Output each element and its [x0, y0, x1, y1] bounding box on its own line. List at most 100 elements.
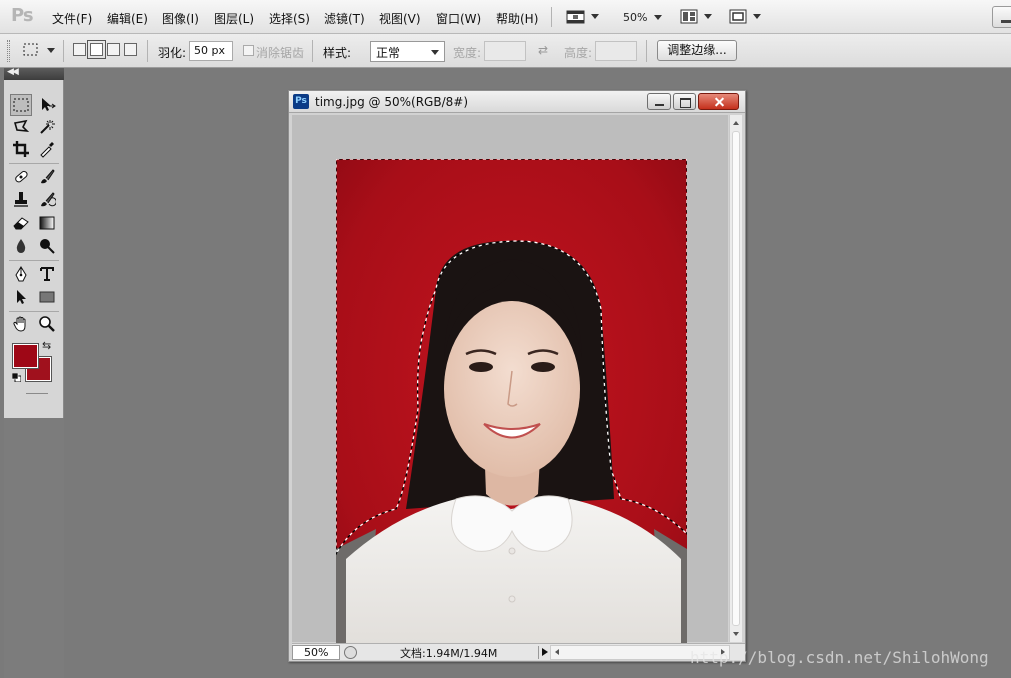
- brush-tool[interactable]: [36, 166, 58, 188]
- height-input[interactable]: [595, 41, 637, 61]
- arrow-cursor-icon: [17, 290, 26, 304]
- document-canvas-area[interactable]: [292, 115, 728, 644]
- status-info-icon[interactable]: [344, 646, 357, 659]
- options-grip: [7, 40, 10, 62]
- launch-bridge-button[interactable]: [566, 9, 604, 25]
- bandage-icon: [15, 170, 28, 183]
- options-separator: [63, 40, 64, 62]
- menu-layer[interactable]: 图层(L): [214, 10, 254, 27]
- screen-mode-icon: [729, 9, 747, 24]
- chevron-down-icon: [47, 48, 55, 53]
- type-tool[interactable]: [36, 263, 58, 285]
- options-separator: [147, 40, 148, 62]
- dodge-icon: [40, 239, 55, 254]
- menu-select[interactable]: 选择(S): [269, 10, 310, 27]
- pen-tool[interactable]: [10, 263, 32, 285]
- chevron-down-icon: [704, 14, 712, 19]
- vertical-scrollbar[interactable]: [729, 115, 742, 642]
- rectangle-shape-tool[interactable]: [36, 286, 58, 308]
- move-arrow-icon: [42, 98, 56, 111]
- hand-tool[interactable]: [10, 313, 32, 335]
- tools-panel-header[interactable]: ◀◀: [4, 67, 64, 80]
- add-to-selection-mode-button[interactable]: [87, 40, 106, 59]
- eyedropper-tool[interactable]: [36, 138, 58, 160]
- document-status-bar: 50% 文档:1.94M/1.94M: [292, 643, 745, 660]
- magic-wand-tool[interactable]: [36, 116, 58, 138]
- anti-alias-label: 消除锯齿: [256, 46, 305, 60]
- gradient-tool[interactable]: [36, 212, 58, 234]
- width-label: 宽度:: [453, 46, 482, 60]
- default-colors-icon[interactable]: [12, 373, 21, 382]
- brush-icon: [41, 169, 55, 184]
- tools-panel-empty-area: [4, 418, 64, 678]
- lasso-tool[interactable]: [10, 116, 32, 138]
- screen-mode-button[interactable]: [729, 9, 763, 25]
- scroll-up-icon[interactable]: [733, 121, 739, 125]
- menu-filter[interactable]: 滤镜(T): [324, 10, 365, 27]
- vertical-scroll-thumb[interactable]: [732, 131, 740, 626]
- history-brush-icon: [41, 192, 56, 207]
- intersect-selection-mode-button[interactable]: [124, 43, 137, 56]
- tools-panel: ◀◀ ⇆: [4, 67, 64, 678]
- portrait-photo[interactable]: [336, 159, 687, 644]
- chevron-down-icon: [591, 14, 599, 19]
- swap-colors-icon[interactable]: ⇆: [42, 339, 51, 352]
- hand-icon: [13, 316, 26, 332]
- document-maximize-button[interactable]: [673, 93, 696, 110]
- menu-edit[interactable]: 编辑(E): [107, 10, 148, 27]
- scroll-down-icon[interactable]: [733, 632, 739, 636]
- document-titlebar[interactable]: Ps timg.jpg @ 50%(RGB/8#): [289, 91, 745, 113]
- options-bar: 羽化: 50 px 消除锯齿 样式: 正常 宽度: ⇄ 高度: 调整边缘...: [0, 34, 1011, 68]
- spot-healing-brush-tool[interactable]: [10, 166, 32, 188]
- crop-tool[interactable]: [10, 138, 32, 160]
- menu-help[interactable]: 帮助(H): [496, 10, 538, 27]
- chevron-down-icon: [654, 15, 662, 20]
- document-minimize-button[interactable]: [647, 93, 671, 110]
- menu-image[interactable]: 图像(I): [162, 10, 199, 27]
- film-strip-icon: [566, 10, 585, 24]
- clone-stamp-tool[interactable]: [10, 189, 32, 211]
- move-tool[interactable]: [36, 94, 58, 116]
- swap-width-height-icon[interactable]: ⇄: [538, 43, 548, 57]
- document-close-button[interactable]: [698, 93, 739, 110]
- tool-preset-picker[interactable]: [22, 42, 58, 60]
- rectangular-marquee-tool[interactable]: [10, 94, 32, 116]
- feather-label: 羽化:: [158, 46, 187, 60]
- style-select[interactable]: 正常: [370, 41, 445, 62]
- eraser-tool[interactable]: [10, 212, 32, 234]
- feather-input[interactable]: 50 px: [189, 41, 233, 61]
- photoshop-document-icon: Ps: [293, 94, 309, 109]
- path-selection-tool[interactable]: [10, 286, 32, 308]
- menu-view[interactable]: 视图(V): [379, 10, 421, 27]
- quick-mask-indicator[interactable]: [26, 393, 48, 394]
- width-input[interactable]: [484, 41, 526, 61]
- zoom-tool[interactable]: [36, 313, 58, 335]
- subtract-selection-mode-button[interactable]: [107, 43, 120, 56]
- dodge-tool[interactable]: [36, 235, 58, 257]
- refine-edge-button[interactable]: 调整边缘...: [657, 40, 737, 61]
- blur-tool[interactable]: [10, 235, 32, 257]
- crop-icon: [13, 141, 29, 157]
- collapse-arrows-icon[interactable]: ◀◀: [7, 67, 19, 77]
- rectangle-icon: [39, 291, 55, 303]
- arrange-layout-icon: [680, 9, 698, 24]
- gradient-icon: [39, 216, 55, 230]
- style-label: 样式:: [323, 46, 352, 60]
- menu-file[interactable]: 文件(F): [52, 10, 92, 27]
- magnifier-icon: [39, 316, 55, 332]
- history-brush-tool[interactable]: [36, 189, 58, 211]
- options-separator: [312, 40, 313, 62]
- tools-separator: [9, 163, 59, 164]
- foreground-color-swatch[interactable]: [12, 343, 39, 369]
- stamp-icon: [14, 192, 28, 207]
- status-menu-arrow-icon[interactable]: [538, 646, 549, 659]
- anti-alias-checkbox[interactable]: [243, 45, 254, 56]
- new-selection-mode-button[interactable]: [73, 43, 86, 56]
- menu-bar: Ps 文件(F) 编辑(E) 图像(I) 图层(L) 选择(S) 滤镜(T) 视…: [0, 0, 1011, 34]
- tools-separator: [9, 311, 59, 312]
- app-minimize-button[interactable]: [992, 6, 1011, 28]
- menu-window[interactable]: 窗口(W): [436, 10, 481, 27]
- document-window: Ps timg.jpg @ 50%(RGB/8#) 50% 文档:1.94M/1…: [288, 90, 746, 662]
- zoom-input[interactable]: 50%: [292, 645, 340, 660]
- arrange-documents-button[interactable]: [680, 9, 714, 25]
